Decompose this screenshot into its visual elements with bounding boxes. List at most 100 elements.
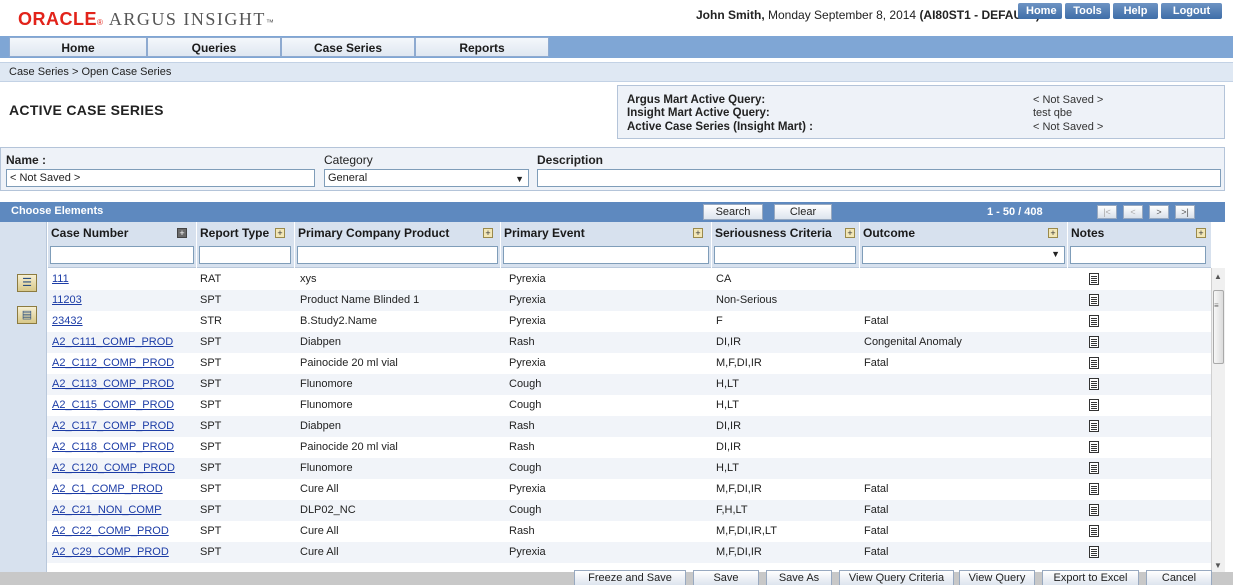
filter-report-type[interactable] xyxy=(199,246,291,264)
cell-case-number[interactable]: 23432 xyxy=(52,315,83,327)
nav-tab-case-series[interactable]: Case Series xyxy=(281,37,415,57)
grid-vertical-scrollbar[interactable]: ▲ ≡ ▼ xyxy=(1211,268,1225,572)
col-seriousness-criteria[interactable]: Seriousness Criteria + xyxy=(711,222,859,268)
cell-case-number[interactable]: 111 xyxy=(52,273,69,285)
col-case-number[interactable]: Case Number + xyxy=(47,222,196,268)
filter-case-number[interactable] xyxy=(50,246,194,264)
notes-icon[interactable] xyxy=(1089,378,1099,390)
search-button[interactable]: Search xyxy=(703,204,763,220)
filter-notes[interactable] xyxy=(1070,246,1206,264)
expand-icon[interactable]: + xyxy=(177,228,187,238)
table-row[interactable]: A2_C29_COMP_PROD SPT Cure All Pyrexia M,F,DI… xyxy=(47,542,1211,563)
table-row[interactable]: A2_C1_COMP_PROD SPT Cure All Pyrexia M,F,DI,… xyxy=(47,479,1211,500)
select-all-icon[interactable]: ☰ xyxy=(17,274,37,292)
save-as-button[interactable]: Save As xyxy=(766,570,832,585)
cell-case-number[interactable]: A2_C118_COMP_PROD xyxy=(52,441,174,453)
cell-case-number[interactable]: A2_C117_COMP_PROD xyxy=(52,420,174,432)
nav-tab-reports[interactable]: Reports xyxy=(415,37,549,57)
freeze-and-save-button[interactable]: Freeze and Save xyxy=(574,570,686,585)
cell-case-number[interactable]: A2_C22_COMP_PROD xyxy=(52,525,169,537)
cell-outcome: Fatal xyxy=(864,357,889,369)
table-row[interactable]: 23432 STR B.Study2.Name Pyrexia F Fatal xyxy=(47,311,1211,332)
cell-primary-company-product: B.Study2.Name xyxy=(300,315,378,327)
cell-seriousness-criteria: M,F,DI,IR,LT xyxy=(716,525,777,537)
col-notes[interactable]: Notes + xyxy=(1067,222,1211,268)
table-row[interactable]: A2_C120_COMP_PROD SPT Flunomore Cough H,LT xyxy=(47,458,1211,479)
view-query-criteria-button[interactable]: View Query Criteria xyxy=(839,570,954,585)
cell-case-number[interactable]: A2_C120_COMP_PROD xyxy=(52,462,175,474)
notes-icon[interactable] xyxy=(1089,420,1099,432)
nav-tab-home[interactable]: Home xyxy=(9,37,147,57)
expand-icon[interactable]: + xyxy=(275,228,285,238)
notes-icon[interactable] xyxy=(1089,504,1099,516)
filter-seriousness-criteria[interactable] xyxy=(714,246,856,264)
notes-icon[interactable] xyxy=(1089,336,1099,348)
notes-icon[interactable] xyxy=(1089,525,1099,537)
category-select[interactable]: General ▼ xyxy=(324,169,529,187)
description-field[interactable] xyxy=(537,169,1221,187)
table-row[interactable]: 111 RAT xys Pyrexia CA xyxy=(47,269,1211,290)
col-primary-company-product[interactable]: Primary Company Product + xyxy=(294,222,500,268)
scroll-down-icon[interactable]: ▼ xyxy=(1214,561,1222,570)
cell-primary-company-product: Product Name Blinded 1 xyxy=(300,294,420,306)
cell-case-number[interactable]: A2_C112_COMP_PROD xyxy=(52,357,174,369)
table-row[interactable]: A2_C113_COMP_PROD SPT Flunomore Cough H,LT xyxy=(47,374,1211,395)
cell-case-number[interactable]: A2_C21_NON_COMP xyxy=(52,504,161,516)
view-query-button[interactable]: View Query xyxy=(959,570,1035,585)
notes-icon[interactable] xyxy=(1089,441,1099,453)
expand-icon[interactable]: + xyxy=(845,228,855,238)
filter-primary-company-product[interactable] xyxy=(297,246,498,264)
name-field[interactable]: < Not Saved > xyxy=(6,169,315,187)
table-row[interactable]: A2_C111_COMP_PROD SPT Diabpen Rash DI,IR Cong… xyxy=(47,332,1211,353)
top-link-tools[interactable]: Tools xyxy=(1065,3,1110,19)
table-row[interactable]: A2_C115_COMP_PROD SPT Flunomore Cough H,LT xyxy=(47,395,1211,416)
col-outcome[interactable]: Outcome + ▼ xyxy=(859,222,1067,268)
table-row[interactable]: A2_C117_COMP_PROD SPT Diabpen Rash DI,IR xyxy=(47,416,1211,437)
table-row[interactable]: A2_C22_COMP_PROD SPT Cure All Rash M,F,DI,IR… xyxy=(47,521,1211,542)
table-row[interactable]: A2_C21_NON_COMP SPT DLP02_NC Cough F,H,LT Fat… xyxy=(47,500,1211,521)
col-primary-event[interactable]: Primary Event + xyxy=(500,222,711,268)
scroll-up-icon[interactable]: ▲ xyxy=(1214,272,1222,281)
case-series-meta-panel: Name : Category Description < Not Saved … xyxy=(0,147,1225,191)
filter-primary-event[interactable] xyxy=(503,246,709,264)
cell-case-number[interactable]: A2_C115_COMP_PROD xyxy=(52,399,174,411)
cancel-button[interactable]: Cancel xyxy=(1146,570,1212,585)
clear-button[interactable]: Clear xyxy=(774,204,832,220)
notes-icon[interactable] xyxy=(1089,546,1099,558)
prev-page-button[interactable]: < xyxy=(1123,205,1143,219)
expand-icon[interactable]: + xyxy=(693,228,703,238)
expand-icon[interactable]: + xyxy=(483,228,493,238)
table-row[interactable]: A2_C112_COMP_PROD SPT Painocide 20 ml vial… xyxy=(47,353,1211,374)
top-link-home[interactable]: Home xyxy=(1018,3,1062,19)
col-report-type[interactable]: Report Type + xyxy=(196,222,294,268)
notes-icon[interactable] xyxy=(1089,273,1099,285)
notes-icon[interactable] xyxy=(1089,399,1099,411)
cell-case-number[interactable]: A2_C113_COMP_PROD xyxy=(52,378,174,390)
grid-options-icon[interactable]: ▤ xyxy=(17,306,37,324)
nav-tab-queries[interactable]: Queries xyxy=(147,37,281,57)
cell-primary-company-product: Diabpen xyxy=(300,420,341,432)
save-button[interactable]: Save xyxy=(693,570,759,585)
notes-icon[interactable] xyxy=(1089,462,1099,474)
filter-outcome-select[interactable]: ▼ xyxy=(862,246,1065,264)
top-link-logout[interactable]: Logout xyxy=(1161,3,1222,19)
expand-icon[interactable]: + xyxy=(1048,228,1058,238)
table-row[interactable]: A2_C118_COMP_PROD SPT Painocide 20 ml vial… xyxy=(47,437,1211,458)
first-page-button[interactable]: |< xyxy=(1097,205,1117,219)
export-to-excel-button[interactable]: Export to Excel xyxy=(1042,570,1139,585)
next-page-button[interactable]: > xyxy=(1149,205,1169,219)
notes-icon[interactable] xyxy=(1089,357,1099,369)
cell-outcome: Fatal xyxy=(864,504,889,516)
cell-case-number[interactable]: 11203 xyxy=(52,294,82,306)
cell-report-type: SPT xyxy=(200,378,222,390)
top-link-help[interactable]: Help xyxy=(1113,3,1158,19)
last-page-button[interactable]: >| xyxy=(1175,205,1195,219)
cell-case-number[interactable]: A2_C29_COMP_PROD xyxy=(52,546,169,558)
cell-case-number[interactable]: A2_C111_COMP_PROD xyxy=(52,336,173,348)
notes-icon[interactable] xyxy=(1089,483,1099,495)
cell-case-number[interactable]: A2_C1_COMP_PROD xyxy=(52,483,163,495)
notes-icon[interactable] xyxy=(1089,294,1099,306)
notes-icon[interactable] xyxy=(1089,315,1099,327)
table-row[interactable]: 11203 SPT Product Name Blinded 1 Pyrexia Non… xyxy=(47,290,1211,311)
expand-icon[interactable]: + xyxy=(1196,228,1206,238)
